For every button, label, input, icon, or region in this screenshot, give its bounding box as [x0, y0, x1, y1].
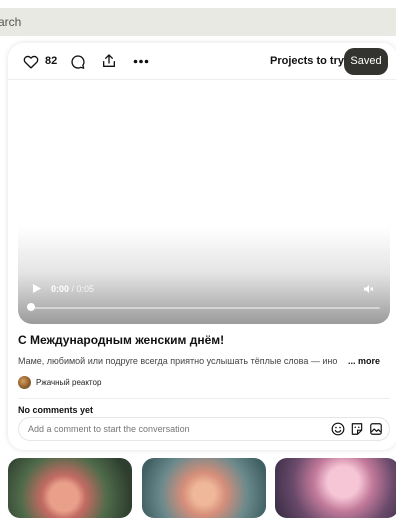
- comment-placeholder: Add a comment to start the conversation: [28, 424, 190, 434]
- video-time: 0:00 / 0:05: [51, 284, 94, 294]
- saved-button[interactable]: Saved: [344, 48, 388, 75]
- play-icon[interactable]: [32, 283, 42, 294]
- video-progress-thumb[interactable]: [27, 303, 35, 311]
- author-name[interactable]: Ржачный реактор: [36, 378, 101, 387]
- heart-icon[interactable]: [23, 54, 39, 69]
- share-icon[interactable]: [101, 53, 117, 69]
- related-pin-thumbnail[interactable]: [142, 458, 266, 518]
- current-time: 0:00: [51, 284, 70, 294]
- comments-heading: No comments yet: [18, 405, 94, 415]
- video-progress-track[interactable]: [28, 307, 380, 309]
- related-pin-thumbnail[interactable]: [275, 458, 396, 518]
- video-duration: / 0:05: [71, 284, 95, 294]
- search-placeholder: arch: [0, 15, 22, 29]
- related-pins: [0, 458, 396, 518]
- image-icon[interactable]: [369, 422, 383, 436]
- like-count: 82: [45, 55, 58, 67]
- projects-to-try-link[interactable]: Projects to try: [270, 55, 344, 67]
- pin-description: Маме, любимой или подруге всегда приятно…: [18, 356, 338, 366]
- action-bar: 82 Projects to try Saved: [8, 43, 396, 80]
- sticker-icon[interactable]: [350, 422, 364, 436]
- related-pin-thumbnail[interactable]: [8, 458, 132, 518]
- emoji-icon[interactable]: [331, 422, 345, 436]
- comment-input[interactable]: Add a comment to start the conversation: [18, 417, 390, 441]
- volume-icon[interactable]: [363, 284, 374, 294]
- comment-icon[interactable]: [70, 54, 86, 70]
- video-player[interactable]: 0:00 / 0:05: [18, 93, 390, 324]
- avatar[interactable]: [18, 376, 31, 389]
- more-icon[interactable]: [133, 59, 149, 64]
- search-bar[interactable]: arch: [0, 8, 396, 36]
- pin-title: С Международным женским днём!: [18, 333, 225, 347]
- pin-card: 82 Projects to try Saved 0:00 / 0:05 С М…: [8, 43, 396, 450]
- more-link[interactable]: ... more: [348, 356, 380, 366]
- divider: [18, 398, 390, 399]
